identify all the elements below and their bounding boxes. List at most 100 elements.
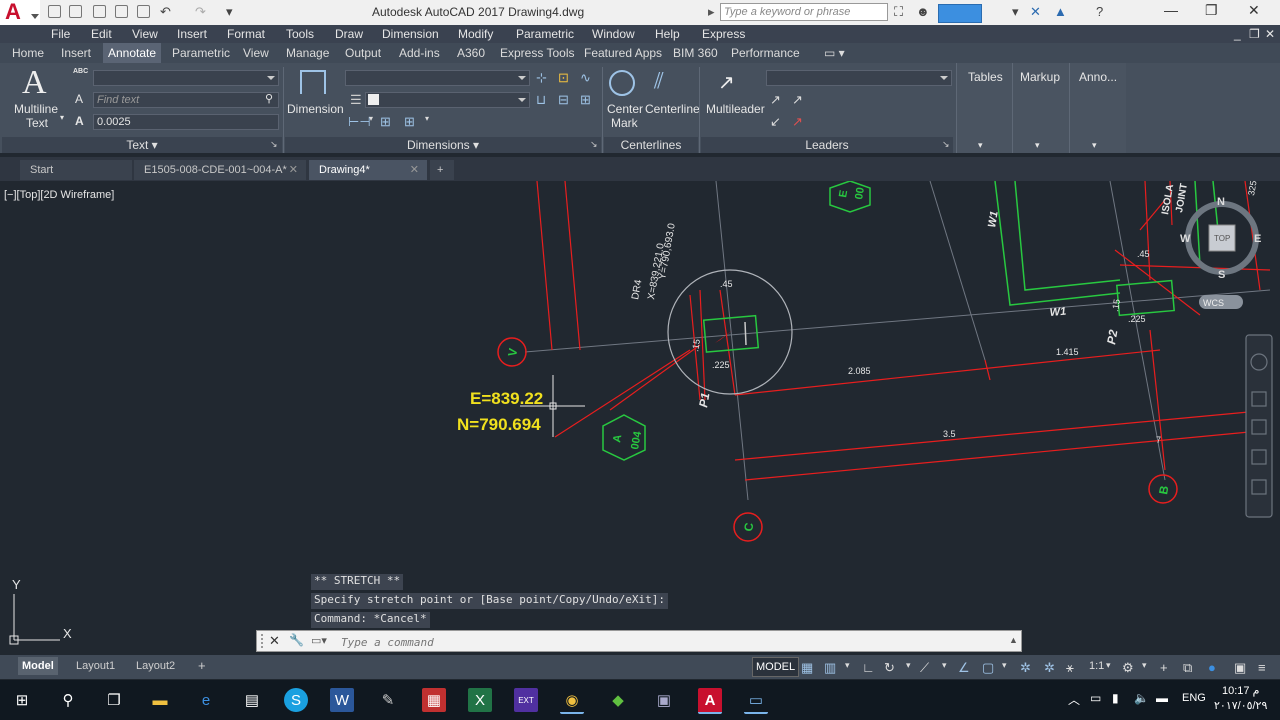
application-menu-button[interactable]: A [0, 0, 40, 25]
close-icon[interactable]: ✕ [269, 633, 280, 649]
doc-restore-icon[interactable]: ❐ [1249, 27, 1260, 41]
input-language[interactable]: ENG [1182, 692, 1206, 704]
ribbon-minimize-icon[interactable]: ▭ ▾ [824, 46, 845, 60]
message-icon[interactable]: ▬ [1156, 691, 1168, 705]
dialog-launcher-icon[interactable]: ↘ [270, 139, 278, 150]
isolate-objects-icon[interactable]: ● [1208, 660, 1216, 675]
open-file-icon[interactable] [69, 5, 82, 18]
customize-icon[interactable]: 🔧 [289, 633, 304, 647]
windows-start-icon[interactable]: ⊞ [10, 688, 34, 712]
isodraft-icon[interactable]: ⟋ [920, 660, 929, 676]
menu-modify[interactable]: Modify [458, 27, 493, 41]
model-space-button[interactable]: MODEL [752, 657, 800, 677]
search-icon[interactable]: ⚲ [265, 92, 273, 105]
chevron-up-icon[interactable]: ︿ [1068, 691, 1080, 708]
tab-output[interactable]: Output [345, 46, 381, 60]
doc-minimize-icon[interactable]: _ [1234, 27, 1241, 41]
skype-icon[interactable]: S [284, 688, 308, 712]
add-leader-icon[interactable]: ↗ [770, 92, 781, 108]
dim-update-icon[interactable]: ⊞ [580, 92, 591, 108]
quick-dimension-icon[interactable]: ⊞ [380, 114, 391, 130]
polar-icon[interactable]: ↻ [884, 660, 895, 676]
tab-view[interactable]: View [243, 46, 269, 60]
menu-parametric[interactable]: Parametric [516, 27, 574, 41]
dim-oblique-icon[interactable]: ⊟ [558, 92, 569, 108]
dim-inspect-icon[interactable]: ∿ [580, 70, 591, 86]
doc-close-icon[interactable]: ✕ [1265, 27, 1275, 41]
workspace-icon[interactable]: ⚙ [1122, 660, 1134, 676]
menu-window[interactable]: Window [592, 27, 635, 41]
tab-annotate[interactable]: Annotate [103, 43, 162, 63]
customize-toolbar-icon[interactable]: ▾ [226, 4, 233, 20]
menu-format[interactable]: Format [227, 27, 265, 41]
tab-layout1[interactable]: Layout1 [72, 657, 119, 675]
tab-express-tools[interactable]: Express Tools [500, 46, 574, 60]
menu-draw[interactable]: Draw [335, 27, 363, 41]
window-app-icon[interactable]: ▭ [744, 688, 768, 714]
check-spelling-icon[interactable]: ABC [73, 68, 88, 75]
menu-express[interactable]: Express [702, 27, 745, 41]
network-app-icon[interactable]: ▣ [652, 688, 676, 712]
annotation-scale-icon[interactable]: ⚹ [1066, 660, 1074, 676]
network-icon[interactable]: ▭ [1090, 691, 1101, 705]
centerline-button[interactable]: Centerline [645, 102, 700, 116]
dimension-icon[interactable] [300, 70, 326, 94]
autodesk-a360-icon[interactable]: ▲ [1054, 4, 1067, 19]
auto-scale-icon[interactable]: ✲ [1044, 660, 1055, 676]
text-height-select[interactable]: 0.0025 [93, 114, 279, 130]
centerlines-panel-title[interactable]: Centerlines [604, 137, 698, 153]
object-snap-icon[interactable]: ▢ [982, 660, 994, 676]
word-icon[interactable]: W [330, 688, 354, 712]
collect-leader-icon[interactable]: ↗ [792, 114, 803, 130]
save-icon[interactable] [93, 5, 106, 18]
chevron-down-icon[interactable]: ▾ [845, 660, 850, 671]
tab-home[interactable]: Home [12, 46, 44, 60]
multiline-text-label-2[interactable]: Text [26, 116, 48, 130]
dim-jog-icon[interactable]: ⊔ [536, 92, 546, 108]
remove-leader-icon[interactable]: ↗ [792, 92, 803, 108]
tab-parametric[interactable]: Parametric [172, 46, 230, 60]
plot-icon[interactable] [137, 5, 150, 18]
close-icon[interactable]: ✕ [410, 160, 419, 180]
annotation-monitor-icon[interactable]: + [1160, 660, 1168, 675]
drag-handle[interactable] [261, 634, 266, 648]
autocad-taskbar-icon[interactable]: A [698, 688, 722, 714]
dimension-style-select[interactable] [345, 70, 530, 86]
layers-app-icon[interactable]: ◆ [606, 688, 630, 712]
align-leader-icon[interactable]: ↙ [770, 114, 781, 130]
dimension-button[interactable]: Dimension [287, 102, 344, 116]
baseline-dimension-icon[interactable]: ⊞ [404, 114, 415, 130]
menu-file[interactable]: File [51, 27, 70, 41]
new-file-icon[interactable] [48, 5, 61, 18]
chevron-down-icon[interactable]: ▾ [425, 114, 429, 123]
chevron-down-icon[interactable]: ▾ [978, 140, 983, 151]
dimensions-panel-title[interactable]: Dimensions ▾ [285, 137, 601, 153]
text-app-icon[interactable]: EXT [514, 688, 538, 712]
pen-app-icon[interactable]: ✎ [376, 688, 400, 712]
menu-tools[interactable]: Tools [286, 27, 314, 41]
chevron-up-icon[interactable]: ▲ [1009, 635, 1018, 645]
chevron-down-icon[interactable]: ▾ [942, 660, 947, 671]
sign-in-field[interactable] [938, 4, 982, 23]
markup-panel-label[interactable]: Markup [1020, 70, 1060, 84]
multileader-style-select[interactable] [766, 70, 952, 86]
command-input[interactable] [339, 634, 1003, 650]
multiline-text-label-1[interactable]: Multiline [14, 102, 58, 116]
find-text-icon[interactable]: A [75, 92, 83, 106]
chevron-down-icon[interactable]: ▾ [1092, 140, 1097, 151]
undo-icon[interactable]: ↶ [160, 4, 171, 20]
menu-edit[interactable]: Edit [91, 27, 112, 41]
menu-view[interactable]: View [132, 27, 158, 41]
dim-break-icon[interactable]: ⊹ [536, 70, 547, 86]
viewcube-north[interactable]: N [1217, 196, 1225, 208]
tab-add-ins[interactable]: Add-ins [399, 46, 440, 60]
new-tab-button[interactable]: + [430, 160, 454, 180]
tab-layout2[interactable]: Layout2 [132, 657, 179, 675]
edge-browser-icon[interactable]: e [194, 688, 218, 712]
tab-insert[interactable]: Insert [61, 46, 91, 60]
save-as-icon[interactable] [115, 5, 128, 18]
redo-icon[interactable]: ↷ [195, 4, 206, 20]
chrome-icon[interactable]: ◉ [560, 688, 584, 714]
ortho-icon[interactable]: ∟ [862, 660, 875, 675]
close-icon[interactable]: ✕ [1248, 2, 1260, 19]
